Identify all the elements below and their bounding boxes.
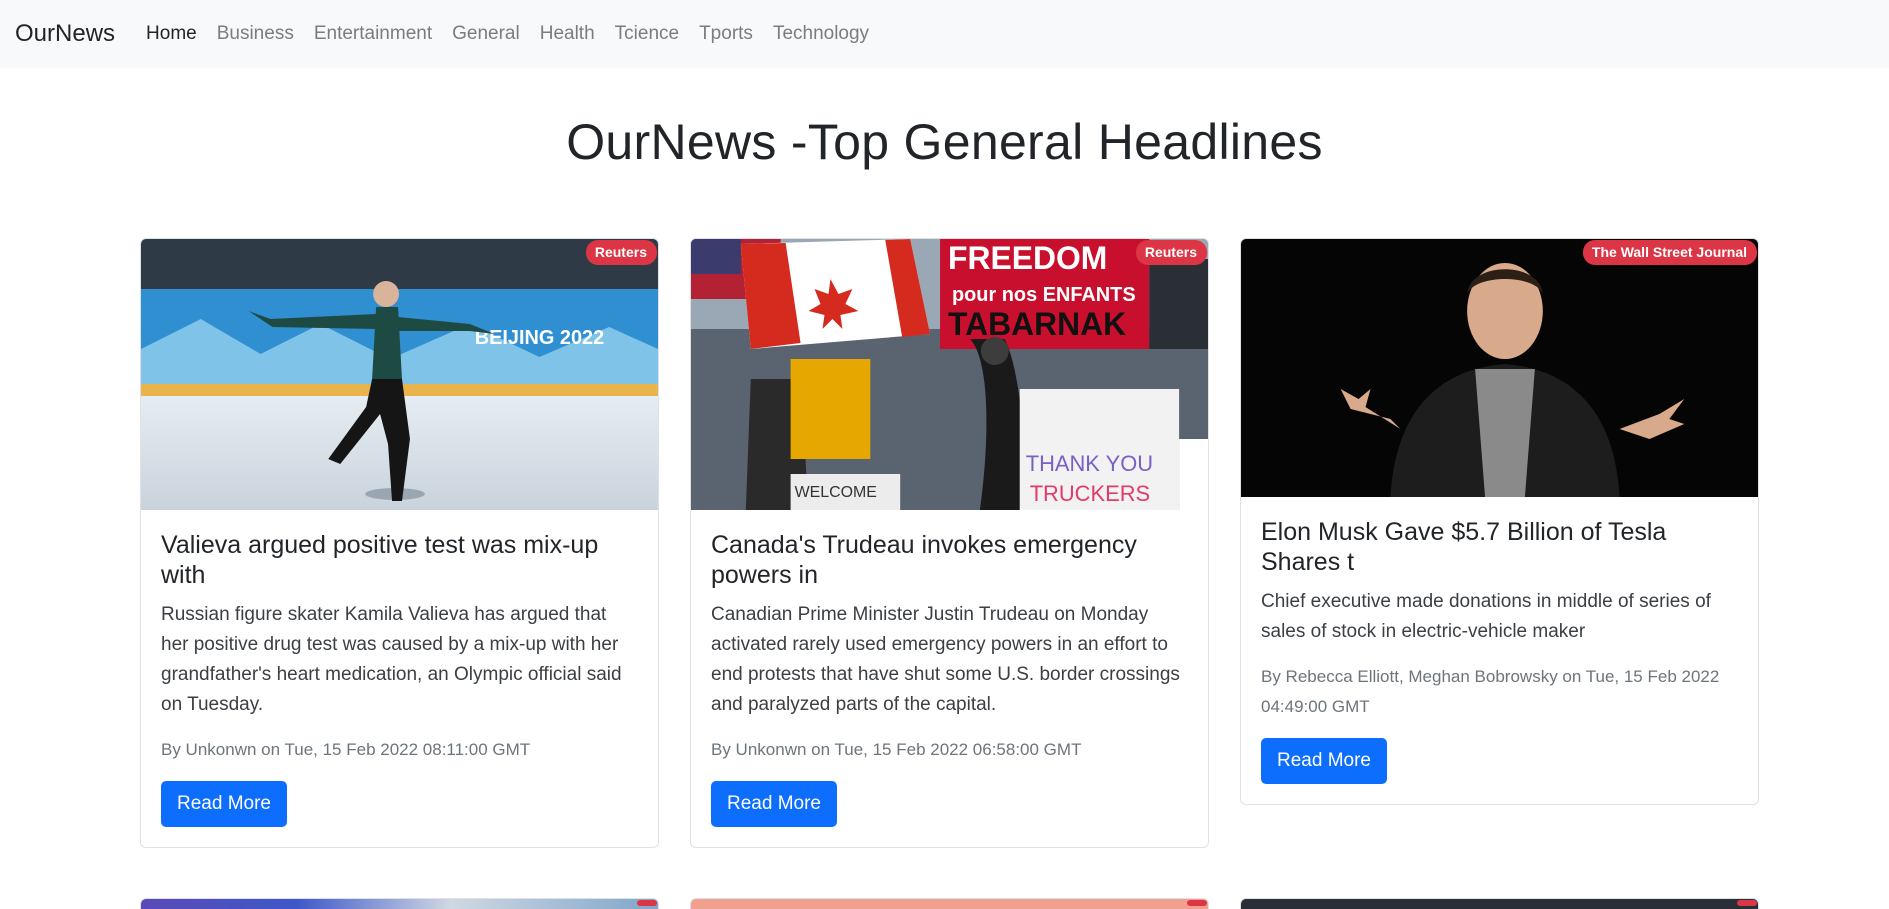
article-title: Valieva argued positive test was mix-up … [161, 531, 599, 589]
article-image[interactable]: The Wall Street Journal [1241, 239, 1758, 497]
page-title: OurNews -Top General Headlines [566, 114, 1323, 170]
article-byline: By Unkonwn on Tue, 15 Feb 2022 06:58:00 … [711, 740, 1082, 759]
source-badge [1187, 900, 1207, 906]
nav-item-tports[interactable]: Tports [699, 23, 753, 45]
nav-item-technology[interactable]: Technology [773, 23, 869, 45]
read-more-button[interactable]: Read More [1261, 738, 1387, 784]
nav-item-tcience[interactable]: Tcience [615, 23, 679, 45]
svg-text:THANK YOU: THANK YOU [1026, 451, 1153, 476]
nav-item-health[interactable]: Health [540, 23, 595, 45]
svg-text:BEIJING 2022: BEIJING 2022 [475, 327, 605, 349]
article-image[interactable]: FREEDOM pour nos ENFANTS TABARNAK WELCOM… [691, 239, 1208, 510]
article-byline: By Unkonwn on Tue, 15 Feb 2022 08:11:00 … [161, 740, 531, 759]
svg-text:TABARNAK: TABARNAK [948, 306, 1126, 342]
article-description: Canadian Prime Minister Justin Trudeau o… [711, 604, 1180, 715]
figure-skater-image: BEIJING 2022 [141, 239, 658, 510]
nav-item-home[interactable]: Home [146, 23, 197, 45]
news-card-partial[interactable] [140, 898, 659, 909]
nav-item-general[interactable]: General [452, 23, 520, 45]
article-image[interactable]: BEIJING 2022 Reuters [141, 239, 658, 510]
article-title: Canada's Trudeau invokes emergency power… [711, 531, 1137, 589]
source-badge [637, 900, 657, 906]
svg-text:WELCOME: WELCOME [795, 484, 877, 501]
news-card: BEIJING 2022 Reuters Valieva argued posi… [140, 238, 659, 848]
svg-text:TRUCKERS: TRUCKERS [1030, 481, 1150, 506]
article-byline: By Rebecca Elliott, Meghan Bobrowsky on … [1261, 667, 1720, 716]
source-badge: Reuters [585, 240, 657, 265]
portrait-photo-image [1241, 239, 1758, 497]
read-more-button[interactable]: Read More [711, 781, 837, 827]
article-description: Russian figure skater Kamila Valieva has… [161, 604, 622, 715]
nav-item-business[interactable]: Business [217, 23, 294, 45]
article-description: Chief executive made donations in middle… [1261, 591, 1711, 642]
brand-logo-link[interactable]: OurNews [15, 20, 115, 48]
svg-text:pour nos ENFANTS: pour nos ENFANTS [952, 284, 1136, 306]
source-badge [1737, 900, 1757, 906]
news-card: FREEDOM pour nos ENFANTS TABARNAK WELCOM… [690, 238, 1209, 848]
news-card-partial[interactable] [690, 898, 1209, 909]
svg-text:FREEDOM: FREEDOM [948, 240, 1107, 276]
nav-item-entertainment[interactable]: Entertainment [314, 23, 432, 45]
news-card-partial[interactable] [1240, 898, 1759, 909]
read-more-button[interactable]: Read More [161, 781, 287, 827]
article-title: Elon Musk Gave $5.7 Billion of Tesla Sha… [1261, 518, 1667, 576]
source-badge: Reuters [1135, 240, 1207, 265]
navbar: OurNews Home Business Entertainment Gene… [0, 0, 1889, 68]
protest-flags-image: FREEDOM pour nos ENFANTS TABARNAK WELCOM… [691, 239, 1208, 510]
news-card: The Wall Street Journal Elon Musk Gave $… [1240, 238, 1759, 805]
source-badge: The Wall Street Journal [1582, 240, 1757, 265]
